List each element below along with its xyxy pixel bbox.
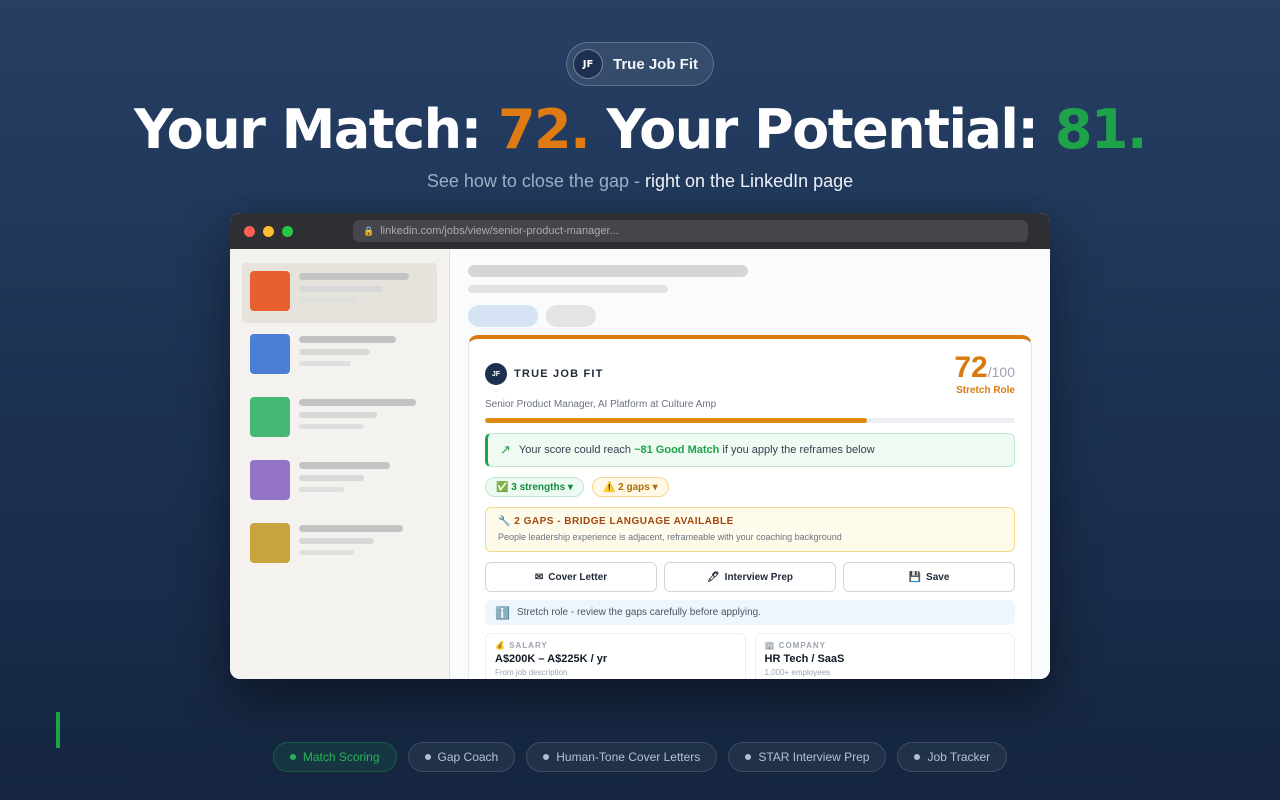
salary-box: 💰 SALARY A$200K – A$225K / yr From job d… xyxy=(485,633,746,679)
gaps-box: 🔧 2 GAPS - BRIDGE LANGUAGE AVAILABLE Peo… xyxy=(485,507,1015,552)
headline-part1: Your Match: xyxy=(134,98,498,161)
brand-logo: JF xyxy=(573,49,603,79)
score-progress-fill xyxy=(485,418,867,423)
job-role: Senior Product Manager, AI Platform at C… xyxy=(485,399,717,410)
cover-letter-label: Cover Letter xyxy=(548,571,608,583)
score-box: 72/100 Stretch Role xyxy=(954,351,1015,397)
feature-tab-gap-coach[interactable]: Gap Coach xyxy=(407,742,516,772)
feature-tab-cover-letters[interactable]: Human-Tone Cover Letters xyxy=(526,742,718,772)
dot-icon xyxy=(914,754,921,760)
subheadline: See how to close the gap - right on the … xyxy=(0,171,1280,192)
feature-tabs: Match Scoring Gap Coach Human-Tone Cover… xyxy=(0,742,1280,772)
feature-tab-interview-prep[interactable]: STAR Interview Prep xyxy=(728,742,887,772)
info-icon: ℹ️ xyxy=(495,605,510,620)
brand-name: True Job Fit xyxy=(613,55,699,73)
envelope-icon: ✉ xyxy=(534,571,544,583)
placeholder-job-title xyxy=(468,265,748,277)
trend-up-icon: ↗ xyxy=(500,442,511,457)
dot-icon xyxy=(543,754,550,760)
job-list-item[interactable] xyxy=(242,452,437,512)
company-thumbnail xyxy=(250,397,290,437)
dot-icon xyxy=(289,754,296,760)
lock-icon: 🔒 xyxy=(363,225,375,236)
company-value: HR Tech / SaaS xyxy=(764,653,845,665)
subheadline-lead: See how to close the gap - xyxy=(426,171,645,191)
stretch-notice: ℹ️ Stretch role - review the gaps carefu… xyxy=(485,600,1015,625)
dot-icon xyxy=(745,754,752,760)
salary-label: 💰 SALARY xyxy=(495,641,548,650)
job-list-item[interactable] xyxy=(242,326,437,386)
salary-source: From job description xyxy=(495,668,568,677)
feature-label: Job Tracker xyxy=(927,750,991,764)
feature-label: Gap Coach xyxy=(437,750,499,764)
company-thumbnail xyxy=(250,334,290,374)
company-size: 1,000+ employees xyxy=(764,668,831,677)
pen-icon: 🖊 xyxy=(706,571,720,583)
company-thumbnail xyxy=(250,271,290,311)
subheadline-highlight: right on the LinkedIn page xyxy=(644,171,854,191)
reach-strong: ~81 Good Match xyxy=(634,444,720,456)
interview-prep-button[interactable]: 🖊 Interview Prep xyxy=(664,562,836,592)
placeholder-apply-button[interactable] xyxy=(468,305,538,327)
url-bar[interactable]: 🔒 linkedin.com/jobs/view/senior-product-… xyxy=(353,220,1028,242)
feature-label: STAR Interview Prep xyxy=(758,750,870,764)
interview-prep-label: Interview Prep xyxy=(724,571,794,583)
notice-text: Stretch role - review the gaps carefully… xyxy=(516,607,761,618)
headline: Your Match: 72. Your Potential: 81. xyxy=(0,98,1280,161)
feature-tab-job-tracker[interactable]: Job Tracker xyxy=(897,742,1008,772)
job-list-item[interactable] xyxy=(242,515,437,575)
score-label: Stretch Role xyxy=(956,385,1015,396)
company-thumbnail xyxy=(250,460,290,500)
browser-titlebar: 🔒 linkedin.com/jobs/view/senior-product-… xyxy=(230,213,1050,249)
save-button[interactable]: 💾 Save xyxy=(843,562,1015,592)
minimize-window-dot[interactable] xyxy=(263,225,274,237)
match-score-value: 72 xyxy=(954,351,988,384)
gaps-chip[interactable]: ⚠️ 2 gaps ▾ xyxy=(591,477,669,497)
feature-tab-match-scoring[interactable]: Match Scoring xyxy=(272,742,397,772)
strengths-chip[interactable]: ✅ 3 strengths ▾ xyxy=(485,477,584,497)
close-window-dot[interactable] xyxy=(244,225,255,237)
browser-window: 🔒 linkedin.com/jobs/view/senior-product-… xyxy=(230,213,1050,679)
score-max: /100 xyxy=(987,364,1015,380)
brand-pill: JF True Job Fit xyxy=(566,42,714,86)
job-list-item[interactable] xyxy=(242,389,437,449)
card-logo: JF xyxy=(485,363,507,385)
maximize-window-dot[interactable] xyxy=(282,225,293,237)
salary-value: A$200K – A$225K / yr xyxy=(495,653,608,665)
job-list-item[interactable] xyxy=(242,263,437,323)
page-content: JF TRUE JOB FIT 72/100 Stretch Role Seni… xyxy=(230,249,1050,679)
feature-label: Match Scoring xyxy=(302,750,380,764)
job-detail-pane: JF TRUE JOB FIT 72/100 Stretch Role Seni… xyxy=(450,249,1050,679)
url-text: linkedin.com/jobs/view/senior-product-ma… xyxy=(380,225,619,237)
match-score: 72. xyxy=(497,98,591,161)
reach-tail: if you apply the reframes below xyxy=(719,444,875,456)
potential-banner: ↗ Your score could reach ~81 Good Match … xyxy=(485,433,1015,467)
feature-label: Human-Tone Cover Letters xyxy=(556,750,701,764)
company-box: 🏢 COMPANY HR Tech / SaaS 1,000+ employee… xyxy=(754,633,1015,679)
cover-letter-button[interactable]: ✉ Cover Letter xyxy=(485,562,657,592)
dot-icon xyxy=(424,754,431,760)
job-fit-card: JF TRUE JOB FIT 72/100 Stretch Role Seni… xyxy=(468,335,1032,679)
headline-part2: Your Potential: xyxy=(589,98,1055,161)
placeholder-job-subtitle xyxy=(468,285,668,293)
gaps-title: 🔧 2 GAPS - BRIDGE LANGUAGE AVAILABLE xyxy=(498,516,734,527)
company-label: 🏢 COMPANY xyxy=(764,641,826,650)
card-brand-name: TRUE JOB FIT xyxy=(514,368,604,380)
potential-score: 81. xyxy=(1054,98,1148,161)
save-label: Save xyxy=(926,571,950,583)
floppy-disk-icon: 💾 xyxy=(908,571,922,583)
gaps-description: People leadership experience is adjacent… xyxy=(498,532,842,542)
score-progress-bar xyxy=(485,418,1015,423)
reach-lead: Your score could reach xyxy=(518,444,635,456)
company-thumbnail xyxy=(250,523,290,563)
job-list-sidebar xyxy=(230,249,450,679)
placeholder-save-button[interactable] xyxy=(546,305,596,327)
